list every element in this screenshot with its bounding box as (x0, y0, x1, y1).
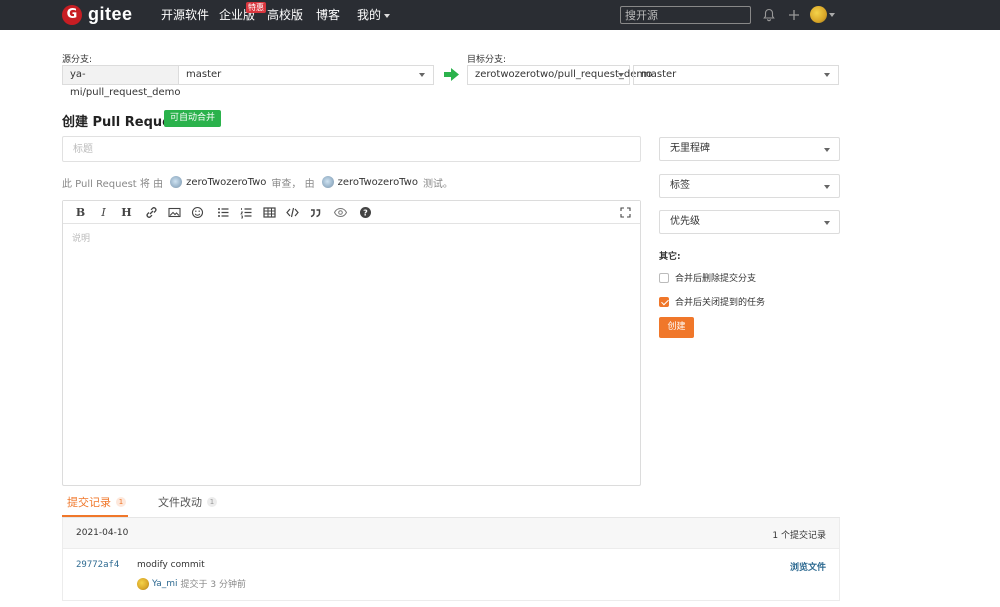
editor-toolbar: B I H ? (63, 201, 640, 224)
commit-group-header: 2021-04-10 1 个提交记录 (62, 518, 840, 549)
chevron-down-icon[interactable] (829, 13, 835, 17)
tab-files-label: 文件改动 (158, 496, 202, 509)
chevron-down-icon (384, 13, 391, 18)
chevron-down-icon (824, 73, 830, 77)
labels-value: 标签 (670, 180, 690, 191)
commit-author[interactable]: Ya_mi (152, 579, 178, 589)
chevron-down-icon (824, 221, 830, 225)
priority-value: 优先级 (670, 216, 700, 227)
chevron-down-icon (824, 148, 830, 152)
milestone-select[interactable]: 无里程碑 (659, 137, 840, 161)
commit-date: 2021-04-10 (76, 528, 129, 538)
table-icon[interactable] (262, 205, 277, 220)
italic-icon[interactable]: I (96, 205, 111, 220)
reviewer-name[interactable]: zeroTwozeroTwo (186, 177, 266, 188)
priority-select[interactable]: 优先级 (659, 210, 840, 234)
chevron-down-icon (419, 73, 425, 77)
bold-icon[interactable]: B (73, 205, 88, 220)
nav-blog[interactable]: 博客 (316, 0, 340, 30)
help-icon[interactable]: ? (358, 205, 373, 220)
logo-text: gitee (88, 4, 133, 24)
milestone-value: 无里程碑 (670, 143, 710, 154)
description-editor: B I H ? 说明 (62, 200, 641, 486)
labels-select[interactable]: 标签 (659, 174, 840, 198)
arrow-right-icon (444, 68, 459, 81)
tab-files[interactable]: 文件改动 1 (158, 494, 217, 510)
commit-row: 29772af4 modify commit Ya_mi 提交于 3 分钟前 浏… (62, 549, 840, 601)
emoji-icon[interactable] (190, 205, 205, 220)
other-options-label: 其它: (659, 252, 681, 262)
tab-commits[interactable]: 提交记录 1 (67, 494, 126, 510)
preview-icon[interactable] (333, 205, 348, 220)
target-branch-value: master (641, 69, 677, 80)
tester-avatar (321, 176, 334, 188)
commit-message[interactable]: modify commit (137, 560, 205, 570)
commit-count: 1 个提交记录 (772, 531, 826, 541)
ordered-list-icon[interactable] (239, 205, 254, 220)
nav-mine-label: 我的 (357, 8, 382, 22)
auto-merge-badge: 可自动合并 (164, 110, 222, 127)
delete-branch-label: 合并后删除提交分支 (675, 274, 757, 284)
target-branch-selector: zerotwozerotwo/pull_request_demo master (467, 65, 839, 85)
tab-commits-count: 1 (116, 497, 126, 507)
svg-text:?: ? (363, 209, 368, 218)
image-icon[interactable] (167, 205, 182, 220)
gitee-logo[interactable]: G gitee (62, 4, 133, 25)
source-branch-selector: ya-mi/pull_request_demo master (62, 65, 434, 98)
discount-badge: 特惠 (246, 2, 266, 13)
create-button[interactable]: 创建 (659, 317, 694, 338)
quote-icon[interactable] (308, 205, 323, 220)
commit-sha-link[interactable]: 29772af4 (76, 560, 119, 570)
plus-icon[interactable] (786, 7, 802, 23)
target-repo-select[interactable]: zerotwozerotwo/pull_request_demo (467, 65, 652, 85)
code-icon[interactable] (285, 205, 300, 220)
delete-branch-checkbox[interactable] (659, 272, 669, 283)
link-icon[interactable] (144, 205, 159, 220)
logo-mark-icon: G (62, 4, 82, 25)
target-repo-value: zerotwozerotwo/pull_request_demo (475, 69, 653, 80)
reviewer-avatar (170, 176, 183, 188)
user-avatar[interactable] (810, 6, 827, 23)
close-issues-option[interactable]: 合并后关闭提到的任务 (659, 295, 765, 308)
heading-icon[interactable]: H (119, 205, 134, 220)
target-branch-label: 目标分支: (467, 55, 507, 65)
source-branch-label: 源分支: (62, 55, 93, 65)
description-textarea[interactable]: 说明 (63, 224, 640, 251)
chevron-down-icon (618, 73, 624, 77)
target-branch-select[interactable]: master (633, 65, 839, 85)
commit-meta: Ya_mi 提交于 3 分钟前 (137, 577, 246, 590)
close-issues-label: 合并后关闭提到的任务 (675, 298, 766, 308)
source-repo-select[interactable]: ya-mi/pull_request_demo (63, 66, 181, 98)
tester-name[interactable]: zeroTwozeroTwo (338, 177, 418, 188)
search-input[interactable] (620, 6, 751, 24)
reviewer-info: 此 Pull Request 将 由 zeroTwozeroTwo 审查， 由 … (62, 175, 453, 190)
nav-education[interactable]: 高校版 (267, 0, 303, 30)
title-input[interactable] (62, 136, 641, 162)
close-issues-checkbox[interactable] (659, 296, 669, 307)
delete-branch-option[interactable]: 合并后删除提交分支 (659, 271, 756, 284)
nav-mine[interactable]: 我的 (357, 0, 391, 30)
unordered-list-icon[interactable] (216, 205, 231, 220)
author-avatar (137, 577, 149, 590)
tab-commits-label: 提交记录 (67, 496, 111, 509)
tab-files-count: 1 (207, 497, 217, 507)
browse-files-link[interactable]: 浏览文件 (790, 560, 826, 573)
tester-suffix: 测试。 (422, 178, 453, 190)
nav-open-source[interactable]: 开源软件 (161, 0, 209, 30)
reviewer-prefix: 此 Pull Request 将 由 (62, 178, 164, 190)
top-navigation-bar: G gitee 开源软件 企业版 特惠 高校版 博客 我的 (0, 0, 1000, 30)
reviewer-mid: 审查， 由 (271, 178, 315, 190)
source-branch-select[interactable]: master (179, 66, 433, 84)
fullscreen-icon[interactable] (618, 205, 633, 220)
source-branch-value: master (186, 69, 222, 80)
commit-time: 提交于 3 分钟前 (180, 580, 246, 590)
chevron-down-icon (824, 185, 830, 189)
bell-icon[interactable] (761, 7, 777, 23)
